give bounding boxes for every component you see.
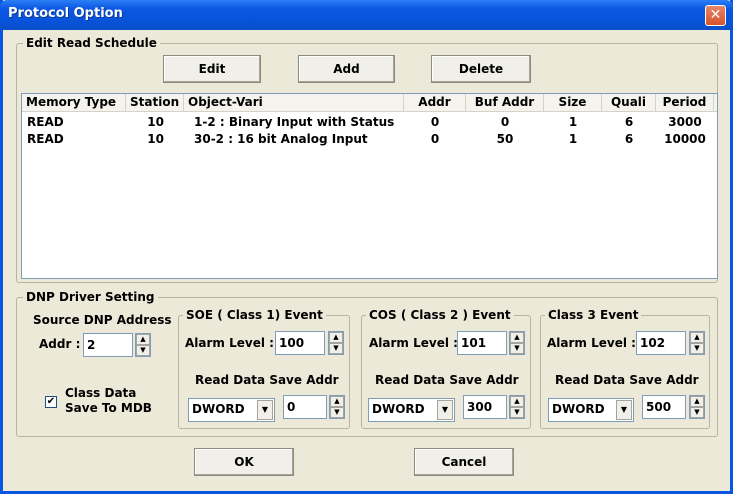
- spin-up-icon[interactable]: ▲: [690, 332, 704, 343]
- group-label: Edit Read Schedule: [23, 36, 160, 50]
- soe-alarm-spinner[interactable]: ▲ ▼: [328, 331, 344, 355]
- source-dnp-address-label: Source DNP Address: [33, 313, 172, 327]
- class3-save-addr-label: Read Data Save Addr: [555, 373, 699, 387]
- cancel-button[interactable]: Cancel: [414, 448, 514, 476]
- spin-down-icon[interactable]: ▼: [329, 343, 343, 354]
- add-button[interactable]: Add: [298, 55, 395, 83]
- schedule-list[interactable]: Memory Type Station Object-Vari Addr Buf…: [21, 93, 718, 279]
- cos-type-select[interactable]: DWORD ▼: [368, 398, 455, 422]
- spin-down-icon[interactable]: ▼: [136, 345, 150, 356]
- window-title: Protocol Option: [8, 6, 123, 21]
- spin-up-icon[interactable]: ▲: [329, 332, 343, 343]
- addr-label: Addr :: [39, 337, 81, 351]
- delete-button[interactable]: Delete: [431, 55, 531, 83]
- spin-down-icon[interactable]: ▼: [330, 407, 344, 418]
- class3-alarm-level-input[interactable]: 102: [636, 331, 686, 355]
- spin-down-icon[interactable]: ▼: [690, 343, 704, 354]
- dnp-addr-input[interactable]: 2: [83, 333, 133, 357]
- spin-down-icon[interactable]: ▼: [690, 407, 704, 418]
- cell-station: 10: [147, 115, 164, 129]
- spin-up-icon[interactable]: ▲: [510, 332, 524, 343]
- spin-up-icon[interactable]: ▲: [510, 396, 524, 407]
- column-header[interactable]: Object-Vari: [184, 94, 404, 111]
- class3-alarm-level-label: Alarm Level :: [547, 336, 636, 350]
- cos-alarm-level-label: Alarm Level :: [369, 336, 458, 350]
- soe-save-addr-label: Read Data Save Addr: [195, 373, 339, 387]
- class3-type-select[interactable]: DWORD ▼: [548, 398, 634, 422]
- cell-addr: 0: [430, 132, 440, 146]
- group-label: SOE ( Class 1) Event: [183, 308, 326, 322]
- title-bar[interactable]: Protocol Option ✕: [0, 0, 733, 30]
- spin-up-icon[interactable]: ▲: [690, 396, 704, 407]
- list-header: Memory Type Station Object-Vari Addr Buf…: [22, 94, 717, 112]
- column-header[interactable]: Buf Addr: [466, 94, 544, 111]
- cell-addr: 0: [430, 115, 440, 129]
- cell-size: 1: [568, 132, 578, 146]
- spin-up-icon[interactable]: ▲: [330, 396, 344, 407]
- soe-alarm-level-label: Alarm Level :: [185, 336, 274, 350]
- cell-buf-addr: 50: [496, 132, 514, 146]
- soe-type-value: DWORD: [192, 402, 245, 416]
- soe-alarm-level-input[interactable]: 100: [275, 331, 325, 355]
- edit-button[interactable]: Edit: [163, 55, 261, 83]
- table-row[interactable]: READ 10 1-2 : Binary Input with Status 0…: [22, 114, 717, 131]
- cell-buf-addr: 0: [500, 115, 510, 129]
- class3-type-value: DWORD: [552, 402, 605, 416]
- cell-object-vari: 1-2 : Binary Input with Status: [194, 115, 395, 129]
- protocol-option-dialog: Protocol Option ✕ Edit Read Schedule Edi…: [0, 0, 733, 494]
- soe-save-addr-input[interactable]: 0: [283, 395, 327, 419]
- class-data-label: Class Data: [65, 386, 137, 400]
- soe-save-addr-spinner[interactable]: ▲ ▼: [329, 395, 345, 419]
- cell-station: 10: [147, 132, 164, 146]
- cos-alarm-spinner[interactable]: ▲ ▼: [509, 331, 525, 355]
- soe-type-select[interactable]: DWORD ▼: [188, 398, 275, 422]
- cell-memory-type: READ: [27, 115, 64, 129]
- class3-alarm-spinner[interactable]: ▲ ▼: [689, 331, 705, 355]
- class-data-checkbox[interactable]: ✔: [45, 396, 57, 408]
- group-label: COS ( Class 2 ) Event: [366, 308, 514, 322]
- column-header[interactable]: Addr: [404, 94, 466, 111]
- close-icon[interactable]: ✕: [705, 5, 726, 26]
- cell-size: 1: [568, 115, 578, 129]
- spin-up-icon[interactable]: ▲: [136, 334, 150, 345]
- spin-down-icon[interactable]: ▼: [510, 343, 524, 354]
- class3-save-addr-spinner[interactable]: ▲ ▼: [689, 395, 705, 419]
- cell-memory-type: READ: [27, 132, 64, 146]
- column-header[interactable]: Station: [126, 94, 184, 111]
- chevron-down-icon[interactable]: ▼: [257, 400, 273, 420]
- cell-object-vari: 30-2 : 16 bit Analog Input: [194, 132, 368, 146]
- cell-period: 10000: [664, 132, 706, 146]
- cos-save-addr-input[interactable]: 300: [463, 395, 507, 419]
- dnp-addr-spinner[interactable]: ▲ ▼: [135, 333, 151, 357]
- column-header[interactable]: Size: [544, 94, 602, 111]
- cos-alarm-level-input[interactable]: 101: [457, 331, 507, 355]
- cos-save-addr-label: Read Data Save Addr: [375, 373, 519, 387]
- table-row[interactable]: READ 10 30-2 : 16 bit Analog Input 0 50 …: [22, 131, 717, 148]
- ok-button[interactable]: OK: [194, 448, 294, 476]
- chevron-down-icon[interactable]: ▼: [437, 400, 453, 420]
- spin-down-icon[interactable]: ▼: [510, 407, 524, 418]
- group-label: DNP Driver Setting: [23, 290, 158, 304]
- chevron-down-icon[interactable]: ▼: [616, 400, 632, 420]
- column-header[interactable]: Memory Type: [22, 94, 126, 111]
- column-header[interactable]: Period: [656, 94, 714, 111]
- cell-quali: 6: [624, 115, 634, 129]
- cos-type-value: DWORD: [372, 402, 425, 416]
- cos-save-addr-spinner[interactable]: ▲ ▼: [509, 395, 525, 419]
- cell-period: 3000: [668, 115, 702, 129]
- column-header[interactable]: Quali: [602, 94, 656, 111]
- group-label: Class 3 Event: [545, 308, 642, 322]
- save-to-mdb-label: Save To MDB: [65, 401, 152, 415]
- class3-save-addr-input[interactable]: 500: [642, 395, 686, 419]
- cell-quali: 6: [624, 132, 634, 146]
